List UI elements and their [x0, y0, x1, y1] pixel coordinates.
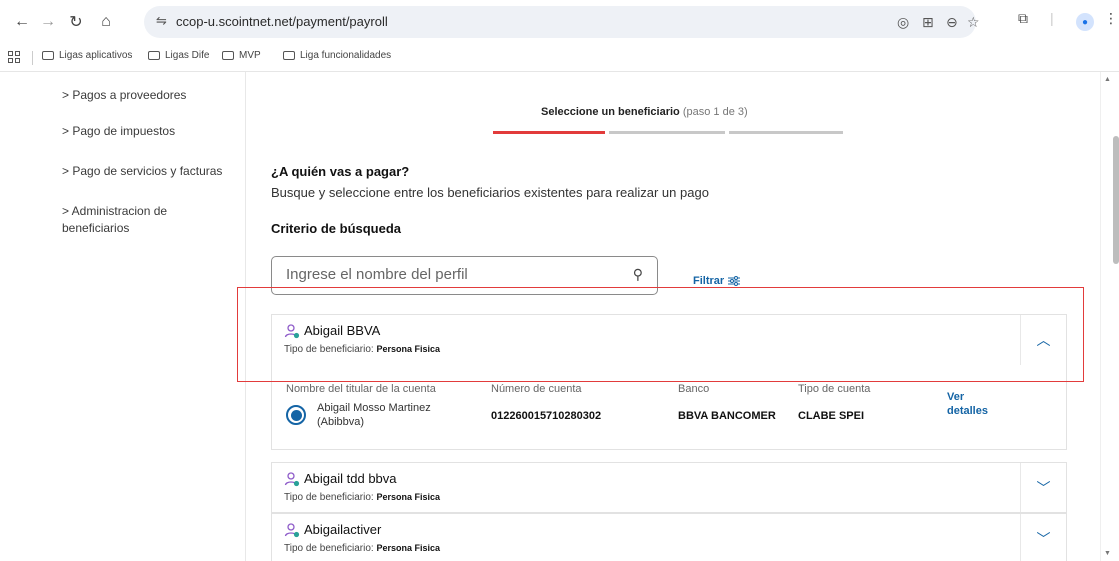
scrollbar-thumb[interactable]: [1113, 136, 1119, 264]
holder-name: Abigail Mosso Martinez (Abibbva): [317, 402, 431, 428]
browser-toolbar: ← → ↻ ⌂ ⇋ ccop-u.scointnet.net/payment/p…: [0, 0, 1119, 44]
beneficiary-type-value: Persona Fisica: [376, 492, 441, 502]
bookmark-ligas-dife[interactable]: Ligas Dife: [148, 50, 209, 61]
scroll-down-icon[interactable]: ▼: [1104, 550, 1111, 557]
address-bar[interactable]: ⇋ ccop-u.scointnet.net/payment/payroll ◎…: [144, 6, 980, 38]
forward-icon[interactable]: →: [34, 8, 62, 36]
beneficiary-type-label: Tipo de beneficiario:: [284, 344, 374, 355]
view-details-link[interactable]: Ver detalles: [947, 390, 1007, 418]
sidebar-item-pago-impuestos[interactable]: > Pago de impuestos: [62, 123, 237, 140]
account-number: 012260015710280302: [491, 410, 602, 422]
beneficiary-type: Tipo de beneficiario: Persona Fisica: [284, 543, 440, 554]
bookmark-liga-funcionalidades[interactable]: Liga funcionalidades: [283, 50, 391, 61]
chevron-down-icon[interactable]: ﹀: [1020, 514, 1066, 561]
bookmarks-bar: Ligas aplicativos Ligas Dife MVP Liga fu…: [0, 44, 1119, 72]
stepper-segment-2: [609, 131, 725, 134]
stepper-segment-3: [729, 131, 843, 134]
person-icon: [284, 324, 300, 339]
beneficiary-type-value: Persona Fisica: [376, 543, 441, 553]
search-icon[interactable]: ⚲: [633, 266, 643, 283]
beneficiary-card[interactable]: Abigail tdd bbva Tipo de beneficiario: P…: [271, 462, 1067, 513]
folder-icon: [222, 51, 234, 60]
filter-icon: [728, 276, 741, 286]
beneficiary-name: Abigailactiver: [304, 522, 382, 537]
beneficiary-type-value: Persona Fisica: [376, 344, 441, 354]
location-icon[interactable]: ◎: [897, 14, 909, 31]
filter-button[interactable]: Filtrar: [693, 275, 741, 287]
sidebar: > Pagos a proveedores > Pago de impuesto…: [0, 72, 246, 561]
account-type: CLABE SPEI: [798, 410, 865, 422]
folder-icon: [42, 51, 54, 60]
menu-icon[interactable]: ⋮: [1104, 10, 1118, 27]
stepper-segment-1: [493, 131, 605, 134]
radio-dot: [290, 409, 302, 421]
main-content: Seleccione un beneficiario (paso 1 de 3)…: [247, 72, 1100, 561]
folder-icon: [283, 51, 295, 60]
bookmark-label: Liga funcionalidades: [300, 50, 392, 61]
bookmark-label: MVP: [239, 50, 261, 61]
back-icon[interactable]: ←: [8, 8, 36, 36]
home-icon[interactable]: ⌂: [92, 8, 120, 36]
extensions-icon[interactable]: ⧉: [1018, 10, 1028, 27]
beneficiary-type: Tipo de beneficiario: Persona Fisica: [284, 344, 440, 355]
beneficiary-name: Abigail BBVA: [304, 323, 381, 338]
column-header-holder: Nombre del titular de la cuenta: [286, 383, 436, 395]
person-icon: [284, 523, 300, 538]
beneficiary-detail: Nombre del titular de la cuenta Número d…: [271, 365, 1067, 450]
stepper-step-text: (paso 1 de 3): [682, 106, 748, 118]
column-header-bank: Banco: [678, 383, 710, 395]
description-text: Busque y seleccione entre los beneficiar…: [271, 185, 709, 200]
bank-name: BBVA BANCOMER: [678, 410, 776, 422]
page: > Pagos a proveedores > Pago de impuesto…: [0, 72, 1100, 561]
chevron-down-icon[interactable]: ﹀: [1020, 463, 1066, 512]
scroll-up-icon[interactable]: ▲: [1104, 76, 1111, 83]
url-text[interactable]: ccop-u.scointnet.net/payment/payroll: [176, 14, 388, 29]
column-header-account: Número de cuenta: [491, 383, 582, 395]
sidebar-item-pagos-proveedores[interactable]: > Pagos a proveedores: [62, 87, 237, 104]
stepper-label: Seleccione un beneficiario: [541, 106, 680, 118]
folder-icon: [148, 51, 160, 60]
zoom-icon[interactable]: ⊖: [946, 14, 958, 31]
beneficiary-type: Tipo de beneficiario: Persona Fisica: [284, 492, 440, 503]
reload-icon[interactable]: ↻: [62, 8, 90, 36]
sidebar-item-pago-servicios[interactable]: > Pago de servicios y facturas: [62, 163, 237, 180]
search-box[interactable]: ⚲: [271, 256, 658, 295]
sidebar-item-administracion-beneficiarios[interactable]: > Administracion de beneficiarios: [62, 203, 212, 237]
bookmark-label: Ligas aplicativos: [59, 50, 133, 61]
beneficiary-type-label: Tipo de beneficiario:: [284, 492, 374, 503]
beneficiary-type-label: Tipo de beneficiario:: [284, 543, 374, 554]
beneficiary-card[interactable]: Abigail BBVA Tipo de beneficiario: Perso…: [271, 314, 1067, 366]
search-input[interactable]: [286, 266, 616, 283]
beneficiary-name: Abigail tdd bbva: [304, 471, 397, 486]
column-header-account-type: Tipo de cuenta: [798, 383, 871, 395]
apps-icon[interactable]: [8, 51, 20, 63]
star-icon[interactable]: ☆: [967, 14, 980, 31]
bookmark-ligas-aplicativos[interactable]: Ligas aplicativos: [42, 50, 132, 61]
question-heading: ¿A quién vas a pagar?: [271, 164, 410, 179]
bookmark-label: Ligas Dife: [165, 50, 210, 61]
stepper-title: Seleccione un beneficiario (paso 1 de 3): [541, 106, 748, 118]
profile-icon[interactable]: ●: [1076, 13, 1094, 31]
site-settings-icon[interactable]: ⇋: [156, 13, 167, 29]
criteria-heading: Criterio de búsqueda: [271, 221, 402, 236]
account-radio[interactable]: [286, 405, 306, 425]
toolbar-divider: |: [1050, 10, 1054, 26]
chevron-up-icon[interactable]: ︿: [1020, 315, 1066, 365]
translate-icon[interactable]: ⊞: [922, 14, 934, 31]
beneficiary-card[interactable]: Abigailactiver Tipo de beneficiario: Per…: [271, 513, 1067, 561]
filter-label: Filtrar: [693, 275, 725, 287]
bookmark-mvp[interactable]: MVP: [222, 50, 261, 61]
bookmarks-divider: [32, 51, 33, 65]
person-icon: [284, 472, 300, 487]
